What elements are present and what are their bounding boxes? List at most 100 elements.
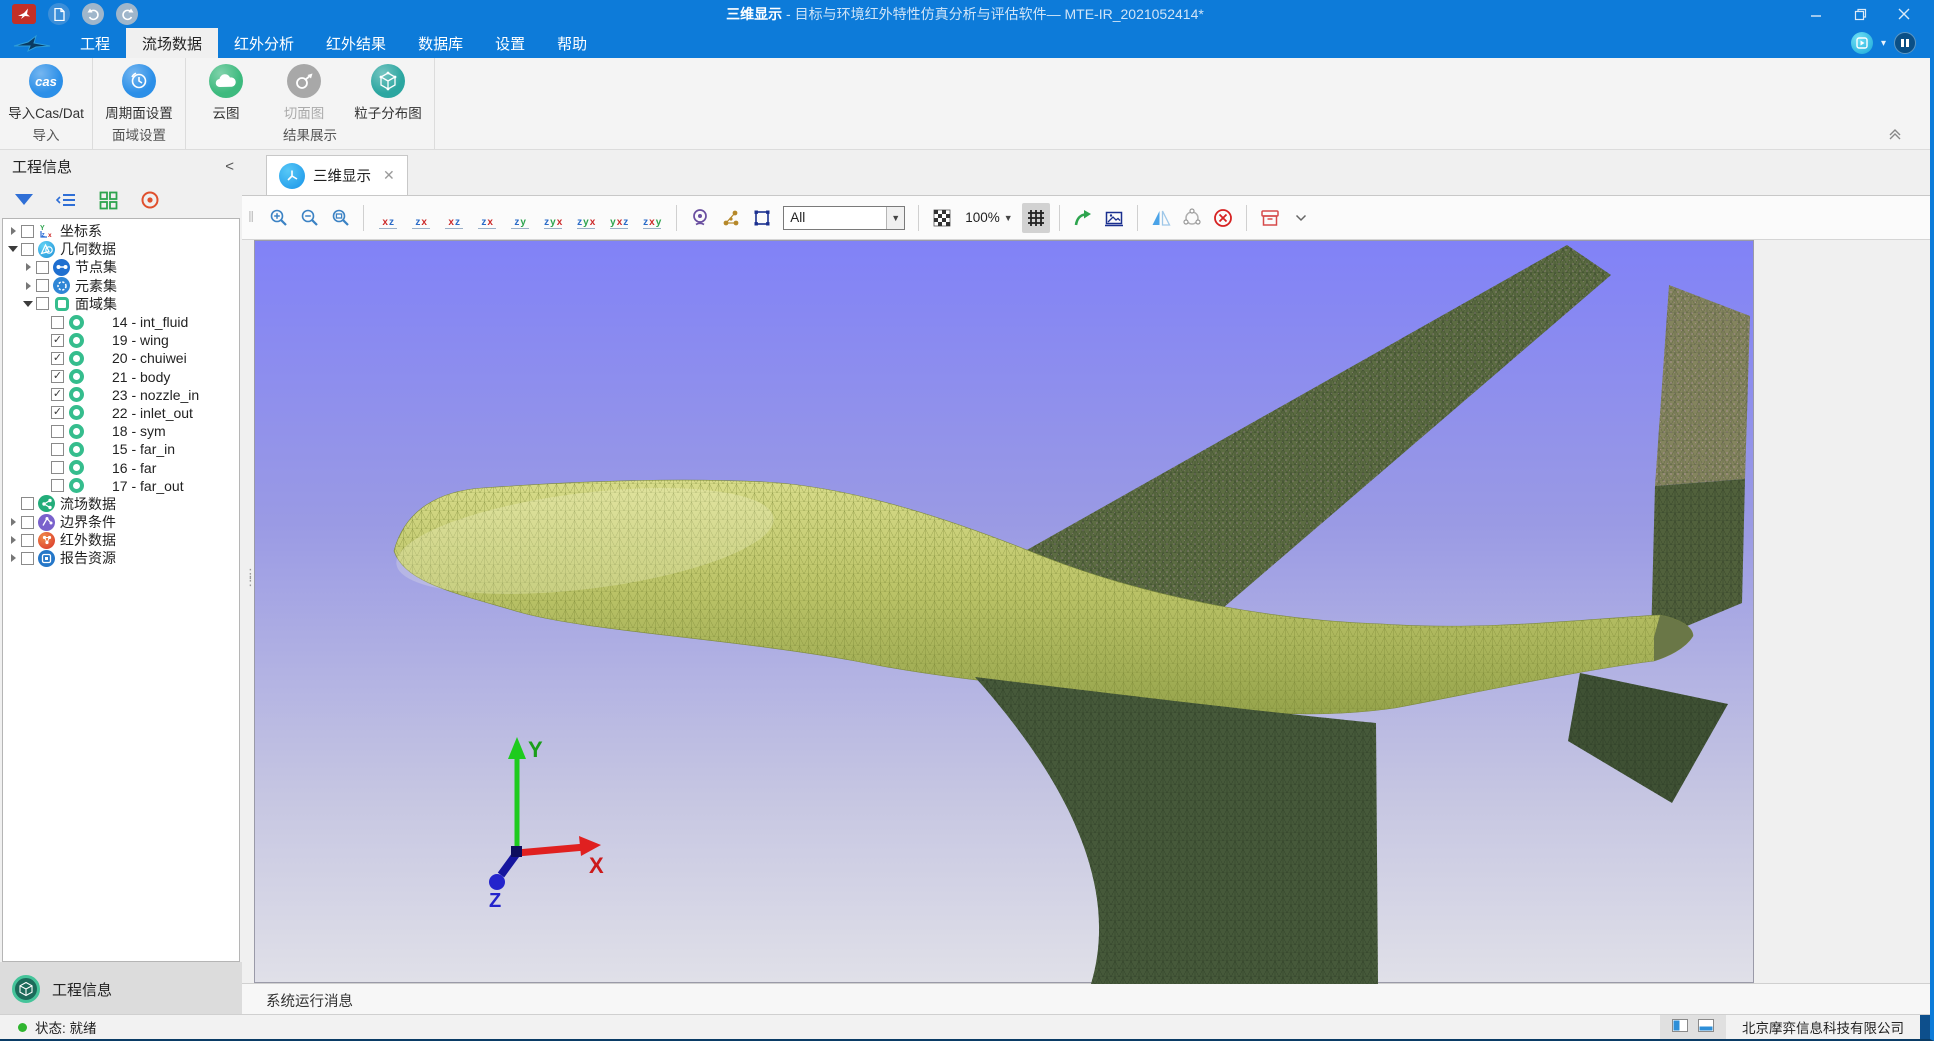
grid-green-icon[interactable]	[96, 188, 120, 212]
tree-checkbox[interactable]	[51, 479, 64, 492]
tree-checkbox[interactable]	[21, 243, 34, 256]
expander-right-icon[interactable]	[22, 262, 34, 272]
view-left-button[interactable]: xz	[439, 203, 469, 233]
tree-item[interactable]: ✓22 - inlet_out	[3, 404, 239, 422]
box-select-button[interactable]	[748, 203, 776, 233]
view-iso1-button[interactable]: zyx	[571, 203, 601, 233]
maximize-button[interactable]	[1838, 0, 1882, 28]
tree-item[interactable]: ✓23 - nozzle_in	[3, 386, 239, 404]
view-right-button[interactable]: zx	[472, 203, 502, 233]
minimize-button[interactable]	[1794, 0, 1838, 28]
tree-item[interactable]: ✓20 - chuiwei	[3, 349, 239, 367]
filter-down-icon[interactable]	[12, 188, 36, 212]
zoom-fit-button[interactable]	[326, 203, 354, 233]
menu-item-4[interactable]: 红外结果	[310, 28, 402, 58]
tree-checkbox[interactable]	[51, 316, 64, 329]
tree-item[interactable]: 14 - int_fluid	[3, 313, 239, 331]
combo-dropdown-icon[interactable]: ▼	[886, 207, 904, 229]
expander-right-icon[interactable]	[7, 517, 19, 527]
tab-close-icon[interactable]: ✕	[383, 167, 395, 184]
expander-right-icon[interactable]	[7, 226, 19, 236]
smooth-button[interactable]	[1178, 203, 1206, 233]
view-iso2-button[interactable]: yxz	[604, 203, 634, 233]
tree-item[interactable]: 报告资源	[3, 549, 239, 567]
expander-down-icon[interactable]	[7, 244, 19, 254]
tree-item[interactable]: 几何数据	[3, 240, 239, 258]
tree-item[interactable]: 17 - far_out	[3, 477, 239, 495]
tree-item[interactable]: 元素集	[3, 277, 239, 295]
zoom-out-button[interactable]	[295, 203, 323, 233]
menu-item-5[interactable]: 数据库	[402, 28, 479, 58]
ribbon-collapse-icon[interactable]	[1888, 128, 1902, 144]
tree-item[interactable]: ✓19 - wing	[3, 331, 239, 349]
tree-checkbox[interactable]: ✓	[51, 388, 64, 401]
tab-3d-view[interactable]: 三维显示 ✕	[266, 155, 408, 195]
expander-down-icon[interactable]	[22, 299, 34, 309]
tree-item[interactable]: 15 - far_in	[3, 440, 239, 458]
panel-splitter-handle[interactable]: ⋮⋮	[244, 570, 252, 584]
run-circle-icon[interactable]	[1851, 32, 1873, 54]
zoom-in-button[interactable]	[264, 203, 292, 233]
tree-checkbox[interactable]	[21, 497, 34, 510]
expander-right-icon[interactable]	[7, 553, 19, 563]
menu-item-1[interactable]: 工程	[64, 28, 126, 58]
zoom-level-select[interactable]: 100%▼	[959, 210, 1018, 225]
grid-toggle-button[interactable]	[1022, 203, 1050, 233]
panel-collapse-icon[interactable]: <	[225, 158, 234, 175]
snapshot-button[interactable]	[1100, 203, 1128, 233]
tree-checkbox[interactable]	[21, 552, 34, 565]
expander-right-icon[interactable]	[7, 535, 19, 545]
close-button[interactable]	[1882, 0, 1926, 28]
particles-button[interactable]	[717, 203, 745, 233]
undo-button[interactable]	[82, 3, 104, 25]
tree-checkbox[interactable]: ✓	[51, 406, 64, 419]
redo-button[interactable]	[116, 3, 138, 25]
export-button[interactable]	[1069, 203, 1097, 233]
tree-checkbox[interactable]	[51, 461, 64, 474]
viewport-3d[interactable]: Y X Z	[254, 240, 1754, 983]
tree-checkbox[interactable]: ✓	[51, 352, 64, 365]
tree-item[interactable]: ✓21 - body	[3, 368, 239, 386]
view-back-button[interactable]: zx	[406, 203, 436, 233]
delete-button[interactable]	[1209, 203, 1237, 233]
tree-checkbox[interactable]	[36, 279, 49, 292]
tree-item[interactable]: 红外数据	[3, 531, 239, 549]
display-filter-combo[interactable]: All▼	[783, 206, 905, 230]
list-settings-icon[interactable]	[54, 188, 78, 212]
view-top-button[interactable]: zy	[505, 203, 535, 233]
tree-checkbox[interactable]: ✓	[51, 370, 64, 383]
menu-item-2[interactable]: 流场数据	[126, 28, 218, 58]
ribbon-button-cloud[interactable]: 云图	[188, 62, 264, 122]
menu-item-3[interactable]: 红外分析	[218, 28, 310, 58]
tree-checkbox[interactable]	[51, 443, 64, 456]
layout-bottom-icon[interactable]	[1698, 1019, 1714, 1035]
tree-checkbox[interactable]	[21, 225, 34, 238]
tree-item[interactable]: 面域集	[3, 295, 239, 313]
tree-item[interactable]: 节点集	[3, 258, 239, 276]
probe-button[interactable]	[686, 203, 714, 233]
toolbar-grip[interactable]: ‖	[248, 209, 255, 226]
tree-item[interactable]: 18 - sym	[3, 422, 239, 440]
archive-button[interactable]	[1256, 203, 1284, 233]
tree-checkbox[interactable]	[51, 425, 64, 438]
view-iso3-button[interactable]: zxy	[637, 203, 667, 233]
menu-item-6[interactable]: 设置	[479, 28, 541, 58]
tree-checkbox[interactable]	[36, 297, 49, 310]
new-doc-button[interactable]	[48, 3, 70, 25]
tree-item[interactable]: 16 - far	[3, 458, 239, 476]
opacity-button[interactable]	[928, 203, 956, 233]
ribbon-button-period-clock[interactable]: 周期面设置	[95, 62, 183, 122]
view-front-button[interactable]: xz	[373, 203, 403, 233]
view-bottom-button[interactable]: zyx	[538, 203, 568, 233]
target-icon[interactable]	[138, 188, 162, 212]
menu-item-7[interactable]: 帮助	[541, 28, 603, 58]
dropdown-caret-icon[interactable]: ▾	[1881, 38, 1886, 49]
book-circle-icon[interactable]	[1894, 32, 1916, 54]
tree-item[interactable]: 边界条件	[3, 513, 239, 531]
layout-split-icon[interactable]	[1672, 1019, 1688, 1035]
tree-checkbox[interactable]	[21, 534, 34, 547]
tree-item[interactable]: Yzx坐标系	[3, 222, 239, 240]
ribbon-button-cas[interactable]: cas导入Cas/Dat	[2, 62, 90, 122]
archive-dropdown-button[interactable]	[1287, 203, 1315, 233]
tree-checkbox[interactable]	[21, 516, 34, 529]
